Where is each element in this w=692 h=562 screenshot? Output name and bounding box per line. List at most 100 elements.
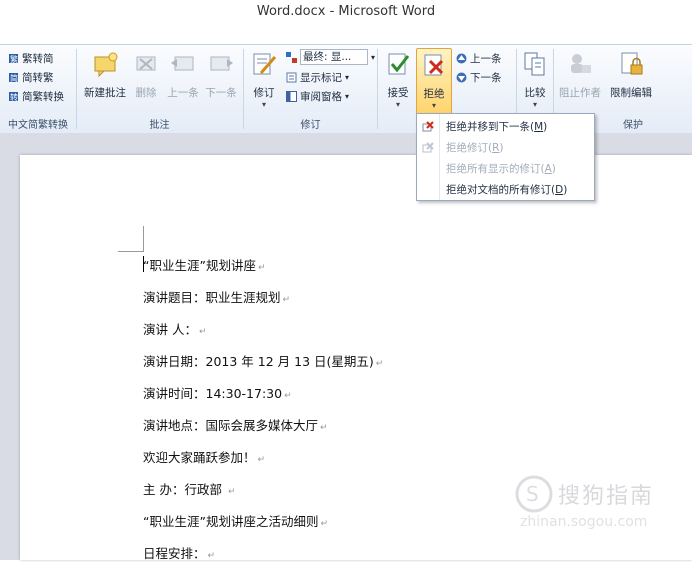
previous-comment-button[interactable]: 上一条 [165, 51, 201, 100]
track-changes-button[interactable]: 修订 ▾ [248, 51, 280, 110]
reject-all-in-document-icon [422, 184, 434, 196]
next-change-label: 下一条 [470, 71, 502, 84]
title-bar: Word.docx - Microsoft Word [0, 0, 692, 44]
trad-to-simp-icon: 繁 [8, 53, 19, 64]
document-line[interactable]: 演讲地点：国际会展多媒体大厅 ↵ [143, 415, 328, 434]
window-title: Word.docx - Microsoft Word [256, 4, 436, 19]
display-for-review-value: 最终: 显... [300, 49, 368, 65]
document-line-text: 欢迎大家踊跃参加！ [143, 450, 256, 465]
menu-item-label-1: 拒绝修订(R) [446, 142, 504, 154]
paragraph-mark-icon: ↵ [284, 391, 292, 401]
document-line[interactable]: 演讲题目：职业生涯规划 ↵ [143, 287, 290, 306]
reviewing-pane-button[interactable]: 审阅窗格 ▾ [286, 87, 349, 105]
previous-change-label: 上一条 [470, 52, 502, 65]
next-change-button[interactable]: 下一条 [456, 68, 502, 86]
delete-comment-button[interactable]: 删除 [131, 51, 161, 100]
svg-text:繁: 繁 [10, 54, 18, 64]
block-authors-button[interactable]: 阻止作者 [556, 51, 604, 100]
accept-icon [384, 51, 412, 77]
page-corner-mark-horizontal [118, 251, 143, 252]
reject-move-next-icon [422, 120, 434, 133]
document-line-text: “职业生涯”规划讲座之活动细则 [143, 514, 319, 529]
menu-item-reject-change[interactable]: 拒绝修订(R) [417, 137, 594, 158]
document-line[interactable]: 欢迎大家踊跃参加！ ↵ [143, 447, 265, 466]
paragraph-mark-icon: ↵ [320, 423, 328, 433]
show-markup-chevron-icon: ▾ [345, 72, 350, 82]
document-line[interactable]: 演讲时间：14:30-17:30 ↵ [143, 383, 292, 402]
reject-button[interactable]: 拒绝 ▾ [416, 48, 452, 116]
accept-dropdown-icon: ▾ [395, 100, 400, 109]
reject-label: 拒绝 [423, 88, 445, 100]
next-comment-icon [207, 51, 235, 77]
paragraph-mark-icon: ↵ [227, 487, 236, 497]
document-line[interactable]: “职业生涯”规划讲座之活动细则 ↵ [143, 511, 328, 530]
simp-trad-convert-button[interactable]: 转 简繁转换 [8, 87, 64, 105]
document-line-text: 演讲时间：14:30-17:30 [143, 386, 283, 401]
menu-item-label-3: 拒绝对文档的所有修订(D) [446, 184, 568, 196]
accept-button[interactable]: 接受 ▾ [382, 51, 414, 110]
paragraph-mark-icon: ↵ [320, 519, 328, 529]
next-comment-label: 下一条 [205, 87, 237, 99]
accept-label: 接受 [387, 87, 409, 99]
restrict-editing-button[interactable]: 限制编辑 [606, 51, 656, 100]
trad-to-simp-button[interactable]: 繁 繁转简 [8, 49, 54, 67]
document-line[interactable]: 日程安排： ↵ [143, 543, 215, 562]
compare-button[interactable]: 比较 ▾ [519, 51, 551, 110]
previous-comment-label: 上一条 [167, 87, 199, 99]
document-line[interactable]: “职业生涯”规划讲座 ↵ [143, 255, 266, 274]
new-comment-button[interactable]: 新建批注 [81, 51, 129, 100]
paragraph-mark-icon: ↵ [257, 263, 266, 273]
display-for-review-dropdown[interactable]: 最终: 显... ▾ [286, 48, 375, 66]
chinese-group-label: 中文简繁转换 [8, 120, 68, 131]
reviewing-pane-chevron-icon: ▾ [345, 91, 350, 101]
comments-group-label: 批注 [149, 120, 170, 131]
new-comment-icon [91, 51, 119, 78]
document-line-text: 演讲题目：职业生涯规划 [143, 290, 281, 305]
text-caret [143, 256, 144, 272]
paragraph-mark-icon: ↵ [198, 327, 207, 337]
restrict-editing-label: 限制编辑 [610, 87, 652, 99]
show-markup-button[interactable]: 显示标记 ▾ [286, 68, 349, 86]
reject-change-icon [422, 141, 434, 154]
svg-text:转: 转 [10, 92, 18, 102]
document-line[interactable]: 主 办：行政部 ↵ [143, 479, 236, 498]
paragraph-mark-icon: ↵ [257, 455, 266, 465]
simp-to-trad-icon: 简 [8, 72, 19, 83]
menu-item-label-2: 拒绝所有显示的修订(A) [446, 163, 556, 175]
simp-trad-convert-label: 简繁转换 [22, 90, 64, 103]
sogou-watermark: S 搜狗指南 zhinan.sogou.com [512, 470, 682, 540]
comments-group: 新建批注 删除 上一条 下一条 批注 [77, 45, 242, 133]
display-for-review-chevron-icon: ▾ [371, 52, 376, 62]
chinese-conversion-group: 繁 繁转简 简 简转繁 转 简繁转换 中文简繁转换 [0, 45, 76, 133]
display-for-review-icon [286, 51, 297, 63]
document-line[interactable]: 演讲日期：2013 年 12 月 13 日(星期五) ↵ [143, 351, 383, 370]
document-line-text: “职业生涯”规划讲座 [143, 258, 256, 273]
next-comment-button[interactable]: 下一条 [203, 51, 239, 100]
paragraph-mark-icon: ↵ [282, 295, 291, 305]
next-change-icon [456, 72, 467, 83]
reject-icon [420, 52, 448, 78]
menu-item-reject-all-shown[interactable]: 拒绝所有显示的修订(A) [417, 158, 594, 179]
track-changes-label: 修订 [253, 87, 275, 99]
previous-change-button[interactable]: 上一条 [456, 49, 502, 67]
menu-item-reject-and-move-next[interactable]: 拒绝并移到下一条(M) [417, 116, 594, 137]
previous-comment-icon [169, 51, 197, 77]
document-line[interactable]: 演讲 人： ↵ [143, 319, 207, 338]
block-authors-icon [566, 51, 594, 77]
reviewing-pane-icon [286, 90, 297, 102]
svg-text:S: S [526, 482, 539, 506]
compare-icon [521, 51, 549, 77]
reject-dropdown-icon: ▾ [431, 101, 436, 110]
track-changes-icon [250, 51, 278, 77]
tracking-group: 修订 ▾ 最终: 显... ▾ 显示标记 ▾ 审阅窗格 ▾ 修订 [244, 45, 377, 133]
delete-comment-icon [132, 51, 160, 77]
watermark-url: zhinan.sogou.com [520, 514, 648, 530]
watermark-brand: 搜狗指南 [558, 484, 655, 509]
show-markup-label: 显示标记 [300, 71, 342, 84]
reject-all-shown-icon [422, 163, 434, 175]
simp-to-trad-button[interactable]: 简 简转繁 [8, 68, 54, 86]
restrict-editing-icon [617, 51, 645, 77]
track-changes-dropdown-icon: ▾ [261, 100, 266, 109]
paragraph-mark-icon: ↵ [375, 359, 384, 369]
menu-item-reject-all-in-document[interactable]: 拒绝对文档的所有修订(D) [417, 179, 594, 200]
